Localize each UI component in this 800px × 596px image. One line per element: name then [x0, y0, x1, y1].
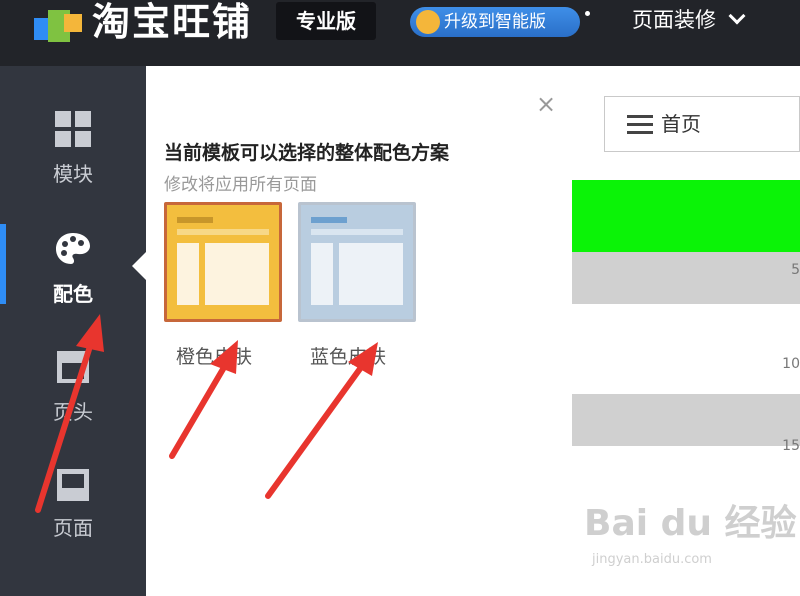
ruler-tick: 10 [782, 356, 800, 372]
top-bar: 淘宝旺铺 专业版 升级到智能版 页面装修 [0, 0, 800, 66]
palette-icon [56, 233, 90, 264]
sidebar-item-header[interactable]: 页头 [0, 342, 146, 452]
close-icon[interactable]: × [534, 92, 558, 116]
skin-preview-column [339, 243, 403, 305]
edition-badge: 专业版 [276, 2, 376, 40]
watermark-url: jingyan.baidu.com [592, 552, 712, 567]
sidebar-item-modules[interactable]: 模块 [0, 102, 146, 212]
brand-title: 淘宝旺铺 [92, 0, 253, 44]
preview-row [572, 304, 800, 394]
shop-logo-icon [34, 10, 82, 42]
orange-skin-option[interactable] [164, 202, 282, 322]
preview-row [572, 394, 800, 446]
page-header-icon [57, 351, 89, 383]
upgrade-icon [416, 10, 440, 34]
page-decor-label: 页面装修 [632, 8, 716, 32]
skin-preview-column [205, 243, 269, 305]
chevron-down-icon [728, 7, 746, 25]
page-decor-menu[interactable]: 页面装修 [632, 4, 746, 36]
skin-preview-bar [177, 217, 213, 223]
watermark: Bai du 经验 [584, 503, 797, 544]
sidebar-item-label: 模块 [53, 162, 93, 186]
upgrade-label: 升级到智能版 [444, 12, 546, 32]
panel-subtitle: 修改将应用所有页面 [164, 175, 317, 195]
ruler-tick: 5 [791, 262, 800, 278]
preview-banner[interactable] [572, 180, 800, 252]
grid-icon [55, 111, 91, 147]
sidebar: 模块 配色 页头 页面 [0, 66, 146, 596]
skin-preview-bar [311, 217, 347, 223]
skin-preview-column [311, 243, 333, 305]
ruler-tick: 15 [782, 438, 800, 454]
blue-skin-option[interactable] [298, 202, 416, 322]
page-icon [57, 469, 89, 501]
panel-title: 当前模板可以选择的整体配色方案 [164, 142, 450, 164]
page-select[interactable]: 首页 [604, 96, 800, 152]
sidebar-item-label: 配色 [53, 282, 93, 306]
skin-preview-bar [311, 229, 403, 235]
menu-icon [627, 115, 653, 135]
sidebar-item-colors[interactable]: 配色 [0, 222, 146, 332]
sidebar-item-page[interactable]: 页面 [0, 462, 146, 572]
sidebar-item-label: 页头 [53, 400, 93, 424]
skin-preview-column [177, 243, 199, 305]
orange-skin-label[interactable]: 橙色皮肤 [176, 342, 252, 369]
preview-row [572, 252, 800, 304]
upgrade-button[interactable]: 升级到智能版 [410, 7, 590, 37]
panel-pointer [132, 252, 146, 280]
color-scheme-panel: × 当前模板可以选择的整体配色方案 修改将应用所有页面 橙色皮肤 蓝色皮肤 [146, 66, 572, 596]
sidebar-item-label: 页面 [53, 516, 93, 540]
blue-skin-label[interactable]: 蓝色皮肤 [310, 342, 386, 369]
upgrade-dot-icon [585, 11, 590, 16]
skin-preview-bar [177, 229, 269, 235]
page-select-label: 首页 [661, 112, 701, 136]
